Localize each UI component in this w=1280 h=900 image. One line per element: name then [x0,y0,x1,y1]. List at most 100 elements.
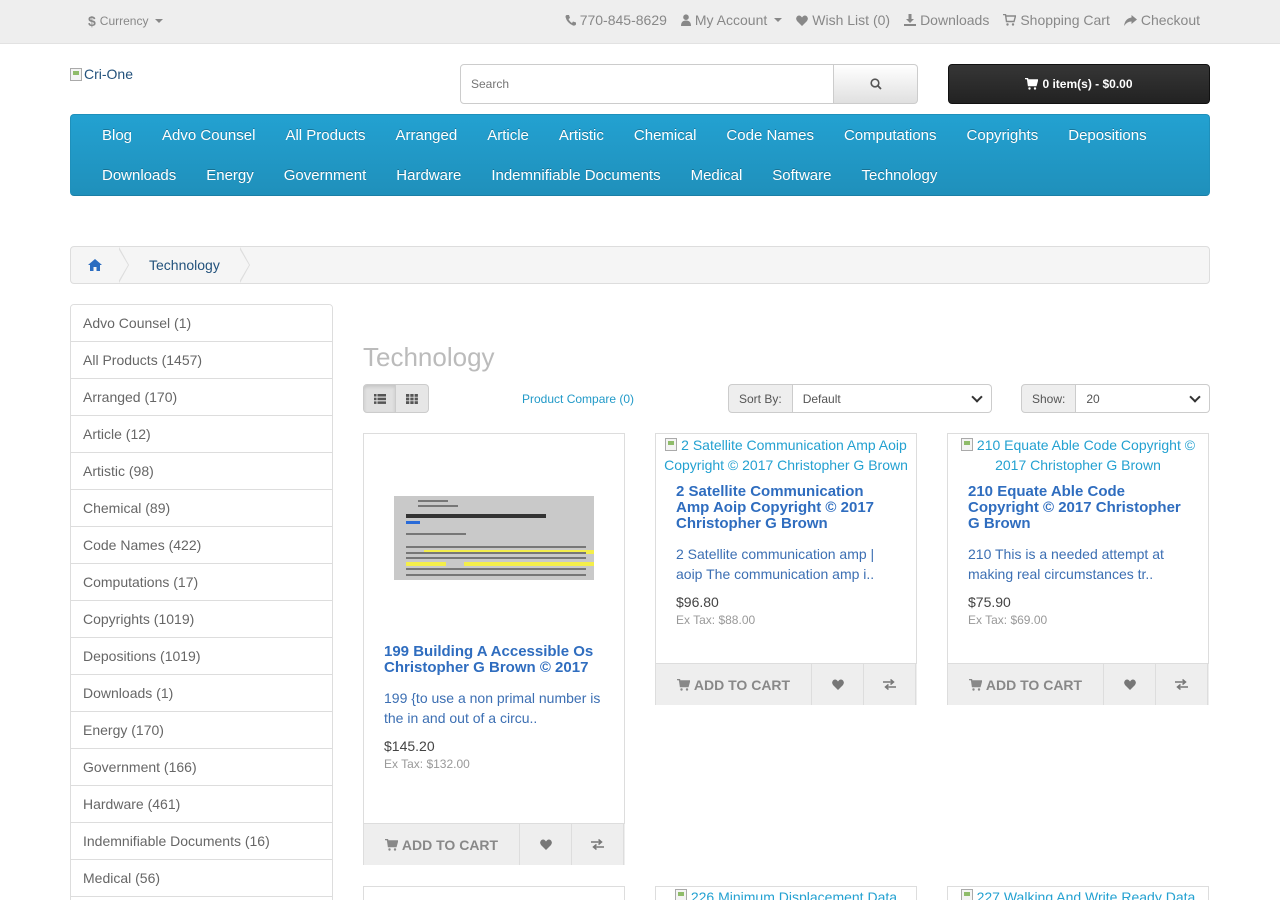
add-to-cart-button[interactable]: ADD TO CART [655,664,812,705]
breadcrumb-separator [118,247,129,283]
menu-item-blog[interactable]: Blog [87,127,147,144]
heart-icon [1123,679,1136,690]
menu-item-software[interactable]: Software [757,167,846,184]
product-image[interactable]: 227 Walking And Write Ready Data [948,888,1208,900]
menu-item-government[interactable]: Government [269,167,382,184]
product-description: 199 {to use a non primal number is the i… [384,690,601,726]
exchange-icon [591,839,604,850]
sidebar-item-article[interactable]: Article (12) [71,416,332,453]
add-to-cart-button[interactable]: ADD TO CART [363,824,520,865]
product-caption: 210 Equate Able Code Copyright © 2017 Ch… [968,484,1188,628]
product-name[interactable]: 210 Equate Able Code Copyright © 2017 Ch… [968,484,1188,532]
add-to-wishlist-button[interactable] [812,664,864,705]
add-to-cart-label: ADD TO CART [401,836,499,853]
chevron-down-icon [1189,390,1202,403]
product-image[interactable]: 2 Satellite Communication Amp Aoip Copyr… [656,435,916,475]
product-image-alt: 227 Walking And Write Ready Data [976,889,1196,900]
cart-button[interactable]: 0 item(s) - $0.00 [948,64,1210,104]
sidebar-item-advo-counsel[interactable]: Advo Counsel (1) [71,305,332,342]
menu-item-computations[interactable]: Computations [829,127,952,144]
menu-item-advo-counsel[interactable]: Advo Counsel [147,127,270,144]
compare-button[interactable] [864,664,916,705]
product-caption: 199 Building A Accessible Os Christopher… [384,644,604,772]
menu-item-downloads[interactable]: Downloads [87,167,191,184]
sidebar-item-downloads[interactable]: Downloads (1) [71,675,332,712]
checkout-link[interactable]: Checkout [1123,12,1200,28]
wish-list-link[interactable]: Wish List (0) [796,12,890,28]
product-ex-tax: Ex Tax: $132.00 [384,757,470,771]
sidebar-item-code-names[interactable]: Code Names (422) [71,527,332,564]
product-name[interactable]: 2 Satellite Communication Amp Aoip Copyr… [676,484,896,532]
phone-link[interactable]: 770-845-8629 [565,12,667,28]
show-select[interactable]: 20 [1076,384,1211,413]
compare-button[interactable] [572,824,624,865]
breadcrumb-item-technology[interactable]: Technology [129,257,240,273]
menu-item-indemnifiable-documents[interactable]: Indemnifiable Documents [476,167,675,184]
product-image[interactable] [394,496,594,580]
sidebar-item-energy[interactable]: Energy (170) [71,712,332,749]
sidebar-item-chemical[interactable]: Chemical (89) [71,490,332,527]
sidebar-item-computations[interactable]: Computations (17) [71,564,332,601]
sidebar-item-government[interactable]: Government (166) [71,749,332,786]
search-input[interactable] [460,64,835,104]
compare-button[interactable] [1156,664,1208,705]
add-to-wishlist-button[interactable] [520,824,572,865]
category-sidebar: Advo Counsel (1) All Products (1457) Arr… [70,304,333,900]
sidebar-item-medical[interactable]: Medical (56) [71,860,332,897]
menu-item-medical[interactable]: Medical [676,167,758,184]
menu-item-arranged[interactable]: Arranged [380,127,472,144]
currency-dropdown[interactable]: $ Currency [88,13,164,29]
list-view-button[interactable] [363,384,396,413]
sort-select[interactable]: Default [792,384,992,413]
search-button[interactable] [834,64,918,104]
menu-item-technology[interactable]: Technology [846,167,952,184]
menu-item-article[interactable]: Article [472,127,544,144]
menu-row-1: Blog Advo Counsel All Products Arranged … [87,115,1193,155]
product-price: $75.90 [968,594,1011,610]
wish-list-label: Wish List (0) [812,12,891,28]
sidebar-item-artistic[interactable]: Artistic (98) [71,453,332,490]
logo-link[interactable]: Cri-One [70,66,133,82]
sidebar-item-arranged[interactable]: Arranged (170) [71,379,332,416]
sidebar-item-depositions[interactable]: Depositions (1019) [71,638,332,675]
sidebar-item-copyrights[interactable]: Copyrights (1019) [71,601,332,638]
chevron-down-icon [971,390,983,403]
product-ex-tax: Ex Tax: $88.00 [676,613,756,627]
menu-item-all-products[interactable]: All Products [270,127,380,144]
view-toggle [363,384,429,413]
cart-icon [1003,14,1017,26]
menu-item-chemical[interactable]: Chemical [619,127,712,144]
search-icon [869,78,882,90]
my-account-label: My Account [694,12,768,28]
sidebar-item-indemnifiable-documents[interactable]: Indemnifiable Documents (16) [71,823,332,860]
menu-item-code-names[interactable]: Code Names [711,127,829,144]
sidebar-item-all-products[interactable]: All Products (1457) [71,342,332,379]
exchange-icon [1175,679,1188,690]
my-account-link[interactable]: My Account [680,12,783,28]
menu-item-hardware[interactable]: Hardware [381,167,476,184]
product-name[interactable]: 199 Building A Accessible Os Christopher… [384,644,604,676]
product-compare-link[interactable]: Product Compare (0) [522,392,634,406]
product-description: 2 Satellite communication amp | aoip The… [676,546,875,582]
product-ex-tax: Ex Tax: $69.00 [968,613,1048,627]
product-image[interactable]: 226 Minimum Displacement Data [656,888,916,900]
product-image[interactable]: 210 Equate Able Code Copyright © 2017 Ch… [948,435,1208,475]
heart-icon [539,839,552,850]
user-icon [680,14,691,26]
menu-item-depositions[interactable]: Depositions [1053,127,1161,144]
page-title: Technology [363,342,495,372]
add-to-wishlist-button[interactable] [1104,664,1156,705]
product-card: 226 Minimum Displacement Data [655,886,917,900]
menu-item-artistic[interactable]: Artistic [544,127,619,144]
shopping-cart-link[interactable]: Shopping Cart [1003,12,1110,28]
list-icon [373,393,386,404]
breadcrumb-home[interactable] [71,247,119,283]
product-card: 210 Equate Able Code Copyright © 2017 Ch… [947,433,1209,705]
menu-item-copyrights[interactable]: Copyrights [952,127,1054,144]
menu-item-energy[interactable]: Energy [191,167,269,184]
sidebar-item-hardware[interactable]: Hardware (461) [71,786,332,823]
downloads-link[interactable]: Downloads [904,12,989,28]
breadcrumb-separator [238,247,250,283]
grid-view-button[interactable] [396,384,429,413]
add-to-cart-button[interactable]: ADD TO CART [947,664,1104,705]
